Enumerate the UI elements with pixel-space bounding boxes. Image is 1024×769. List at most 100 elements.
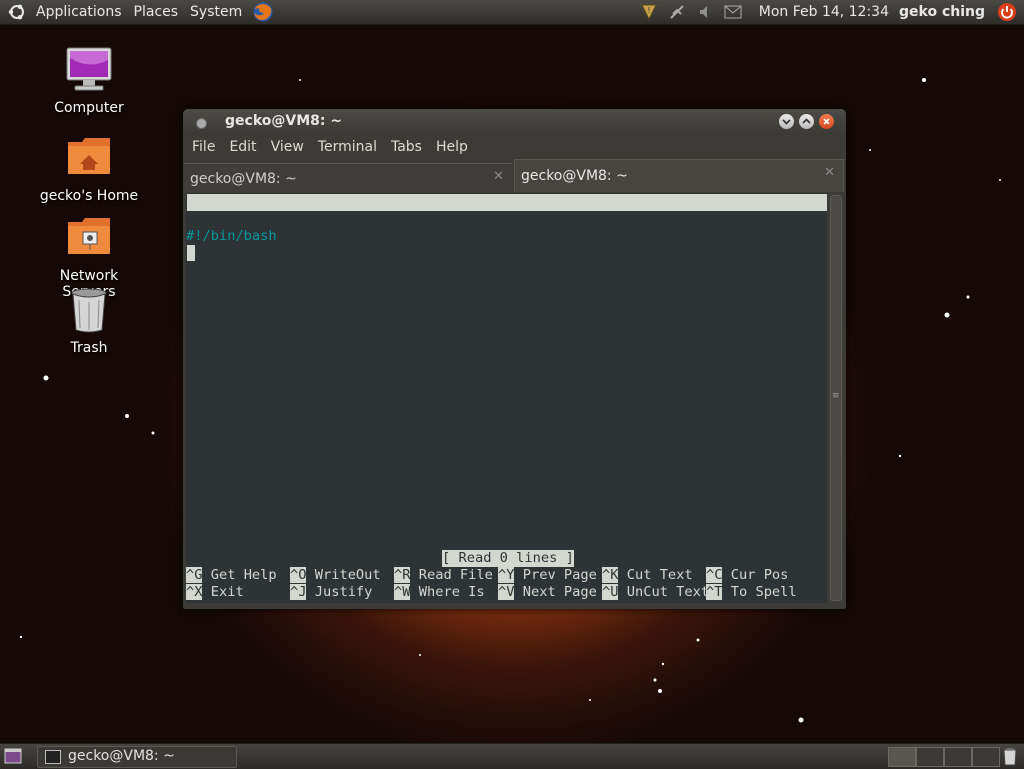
shortcut-label: WriteOut [314,567,381,583]
shortcut-cur-pos: ^C Cur Pos [706,567,788,584]
shortcut-key: ^X [186,584,203,600]
volume-icon[interactable] [694,1,716,23]
desktop-icon-home[interactable]: gecko's Home [34,134,144,204]
computer-icon [66,47,112,91]
firefox-icon[interactable] [252,1,274,23]
workspace-4[interactable] [972,747,1000,767]
top-panel: Applications Places System ! Mon Feb 14,… [0,0,1024,25]
shortcut-key: ^J [290,584,307,600]
shortcut-cut-text: ^K Cut Text [602,567,693,584]
editor-line: #!/bin/bash [186,228,277,244]
menu-help[interactable]: Help [429,139,475,155]
shortcut-label: To Spell [730,584,797,600]
svg-text:!: ! [647,6,650,15]
terminal-window: gecko@VM8: ~ File Edit View Terminal Tab… [183,109,846,609]
tab-label: gecko@VM8: ~ [190,171,297,187]
clock[interactable]: Mon Feb 14, 12:34 [759,4,889,20]
shortcut-label: Next Page [522,584,597,600]
show-desktop-icon[interactable] [4,748,22,764]
workspace-3[interactable] [944,747,972,767]
home-folder-icon [68,138,110,174]
shortcut-key: ^U [602,584,619,600]
nano-modified-flag: Modified [745,245,811,261]
nano-status-message: [ Read 0 lines ] [442,550,574,567]
terminal-screen[interactable]: GNU nano 2.2.2 File: error.sh Modified #… [186,193,827,603]
ubuntu-logo-icon[interactable] [8,3,26,21]
shortcut-key: ^Y [498,567,515,583]
tab-1[interactable]: gecko@VM8: ~ ✕ [184,163,512,192]
shortcut-label: Get Help [210,567,277,583]
shortcut-where-is: ^W Where Is [394,584,485,601]
shortcut-uncut-text: ^U UnCut Text [602,584,709,601]
window-menubar: File Edit View Terminal Tabs Help [183,135,846,159]
shortcut-to-spell: ^T To Spell [706,584,797,601]
shortcut-next-page: ^V Next Page [498,584,597,601]
window-title: gecko@VM8: ~ [225,113,343,129]
shortcut-key: ^C [706,567,723,583]
taskbar-terminal-button[interactable]: gecko@VM8: ~ [37,746,237,768]
network-icon[interactable] [666,1,688,23]
maximize-button[interactable] [799,114,814,129]
workspace-2[interactable] [916,747,944,767]
shortcut-key: ^O [290,567,307,583]
shortcut-key: ^T [706,584,723,600]
shortcut-label: Justify [314,584,373,600]
close-button[interactable] [819,114,834,129]
tab-close-icon[interactable]: ✕ [493,169,504,184]
menu-terminal[interactable]: Terminal [311,139,384,155]
window-titlebar[interactable]: gecko@VM8: ~ [183,109,846,135]
nano-filename: File: error.sh [427,228,543,244]
menu-file[interactable]: File [183,139,222,155]
system-menu[interactable]: System [184,4,248,20]
shortcut-key: ^G [186,567,203,583]
shortcut-label: Cut Text [626,567,693,583]
window-menu-icon[interactable] [196,118,207,129]
shortcut-prev-page: ^Y Prev Page [498,567,597,584]
desktop-icon-label: Trash [70,340,108,356]
shortcut-justify: ^J Justify [290,584,372,601]
shortcut-read-file: ^R Read File [394,567,493,584]
shortcut-label: UnCut Text [626,584,710,600]
shortcut-label: Prev Page [522,567,597,583]
shortcut-label: Cur Pos [730,567,789,583]
grip-icon: ≡ [832,391,840,401]
shortcut-label: Read File [418,567,493,583]
text-cursor [187,245,195,261]
mail-icon[interactable] [722,1,744,23]
user-name[interactable]: geko ching [899,4,985,20]
menu-edit[interactable]: Edit [222,139,263,155]
shortcut-writeout: ^O WriteOut [290,567,381,584]
shortcut-exit: ^X Exit [186,584,244,601]
desktop-icon-label: gecko's Home [39,188,139,204]
network-folder-icon [68,218,110,254]
trash-icon[interactable] [1002,747,1018,766]
tab-bar: gecko@VM8: ~ ✕ gecko@VM8: ~ ✕ [183,159,846,192]
shortcut-key: ^K [602,567,619,583]
shortcut-key: ^W [394,584,411,600]
terminal-scrollbar[interactable]: ≡ [828,193,843,603]
shortcut-label: Where Is [418,584,485,600]
nano-version: GNU nano 2.2.2 [203,211,319,227]
minimize-button[interactable] [779,114,794,129]
places-menu[interactable]: Places [128,4,185,20]
tab-2[interactable]: gecko@VM8: ~ ✕ [514,159,844,192]
workspace-1[interactable] [888,747,916,767]
bottom-panel: gecko@VM8: ~ [0,743,1024,769]
power-icon[interactable] [996,1,1018,23]
chevron-down-icon [782,119,791,125]
desktop-icon-computer[interactable]: Computer [34,46,144,116]
chevron-up-icon [802,118,811,124]
shortcut-key: ^V [498,584,515,600]
desktop-icon-label: Computer [54,100,124,116]
trash-icon [71,288,107,333]
tab-close-icon[interactable]: ✕ [824,165,835,180]
update-notifier-icon[interactable]: ! [638,1,660,23]
applications-menu[interactable]: Applications [30,4,128,20]
close-icon [823,118,830,125]
taskbar-label: gecko@VM8: ~ [68,748,175,764]
desktop-icon-trash[interactable]: Trash [34,286,144,356]
shortcut-get-help: ^G Get Help [186,567,277,584]
menu-view[interactable]: View [264,139,311,155]
nano-header: GNU nano 2.2.2 File: error.sh Modified [187,194,827,261]
menu-tabs[interactable]: Tabs [384,139,429,155]
